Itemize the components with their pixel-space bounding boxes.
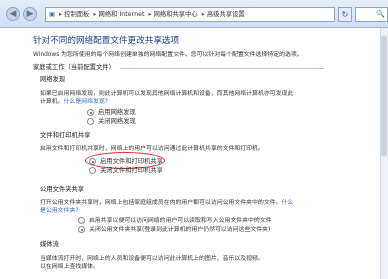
network-discovery-description-2: 计算机。什么是网络发现?: [40, 99, 108, 105]
public-folder-sharing-on-label[interactable]: 启用共享以便可以访问网络的用户可以读取和写入公用文件夹中的文件: [89, 217, 272, 225]
network-discovery-off-radio[interactable]: [87, 118, 94, 125]
forward-button[interactable]: ▶: [23, 7, 37, 21]
network-discovery-heading: 网络发现: [40, 76, 66, 83]
file-printer-sharing-off-radio[interactable]: [89, 167, 96, 174]
what-is-public-folder-link[interactable]: 是公用文件夹?: [40, 207, 78, 215]
network-discovery-on-radio[interactable]: [87, 109, 94, 116]
network-discovery-off-label[interactable]: 关闭网络发现: [98, 118, 136, 126]
address-bar[interactable]: ▣ ▸ 控制面板 ▸ 网络和 Internet ▸ 网络和共享中心 ▸ 高级共享设置: [45, 7, 335, 22]
back-button[interactable]: ◀: [6, 7, 20, 21]
what-is-network-discovery-link[interactable]: 什么是网络发现?: [64, 99, 108, 105]
network-discovery-on-label[interactable]: 启用网络发现: [98, 109, 136, 117]
search-input[interactable]: 🔍: [355, 7, 388, 22]
scrollbar-thumb[interactable]: [381, 36, 387, 156]
public-folder-sharing-off-radio[interactable]: [78, 226, 85, 233]
explorer-toolbar: ◀ ▶ ▣ ▸ 控制面板 ▸ 网络和 Internet ▸ 网络和共享中心 ▸ 高级共享…: [0, 0, 388, 28]
public-folder-sharing-off-label[interactable]: 关闭公用文件夹共享(登录到此计算机的用户仍然可以访问这些文件夹): [89, 226, 270, 234]
media-streaming-heading: 媒体流: [40, 241, 59, 248]
control-panel-icon: ▣: [49, 11, 55, 18]
page-intro: Windows 为您所使用的每个网络创建单独的网络配置文件。您可以针对每个配置文…: [33, 52, 303, 58]
public-folder-sharing-description: 打开公用文件夹共享时，网络上包括家庭组成员在内的用户都可以访问公用文件夹中的文件…: [40, 200, 294, 206]
what-is-public-folder-link-part1[interactable]: 什么: [282, 200, 294, 206]
profile-header[interactable]: 家庭或工作（当前配置文件）: [33, 64, 115, 72]
public-folder-sharing-on-radio[interactable]: [78, 217, 85, 224]
breadcrumb-advanced-sharing[interactable]: 高级共享设置: [207, 11, 245, 18]
network-discovery-description: 如果已启用网络发现，则此计算机可以发现其他网络计算机和设备，而其他网络计算机亦可…: [40, 91, 294, 97]
media-streaming-description: 当媒体流打开时，网络上的人员和设备便可以访问此计算机上的图片、音乐以及视频。: [40, 256, 264, 262]
file-printer-sharing-heading: 文件和打印机共享: [40, 132, 91, 139]
profile-divider: [120, 68, 324, 69]
refresh-button[interactable]: ↻: [338, 7, 352, 22]
file-printer-sharing-off-label[interactable]: 关闭文件和打印机共享: [100, 167, 163, 175]
file-printer-sharing-description: 启用文件和打印机共享时，网络上的用户可以访问通过此计算机共享的文件和打印机。: [40, 146, 264, 152]
breadcrumb-control-panel[interactable]: 控制面板: [64, 11, 89, 18]
page-title: 针对不同的网络配置文件更改共享选项: [33, 36, 180, 46]
public-folder-sharing-heading: 公用文件夹共享: [40, 186, 85, 193]
breadcrumb-network-internet[interactable]: 网络和 Internet: [99, 11, 145, 18]
breadcrumb-network-sharing-center[interactable]: 网络和共享中心: [154, 11, 198, 18]
media-streaming-description-2: 以在网络上查找媒体。: [40, 264, 99, 270]
